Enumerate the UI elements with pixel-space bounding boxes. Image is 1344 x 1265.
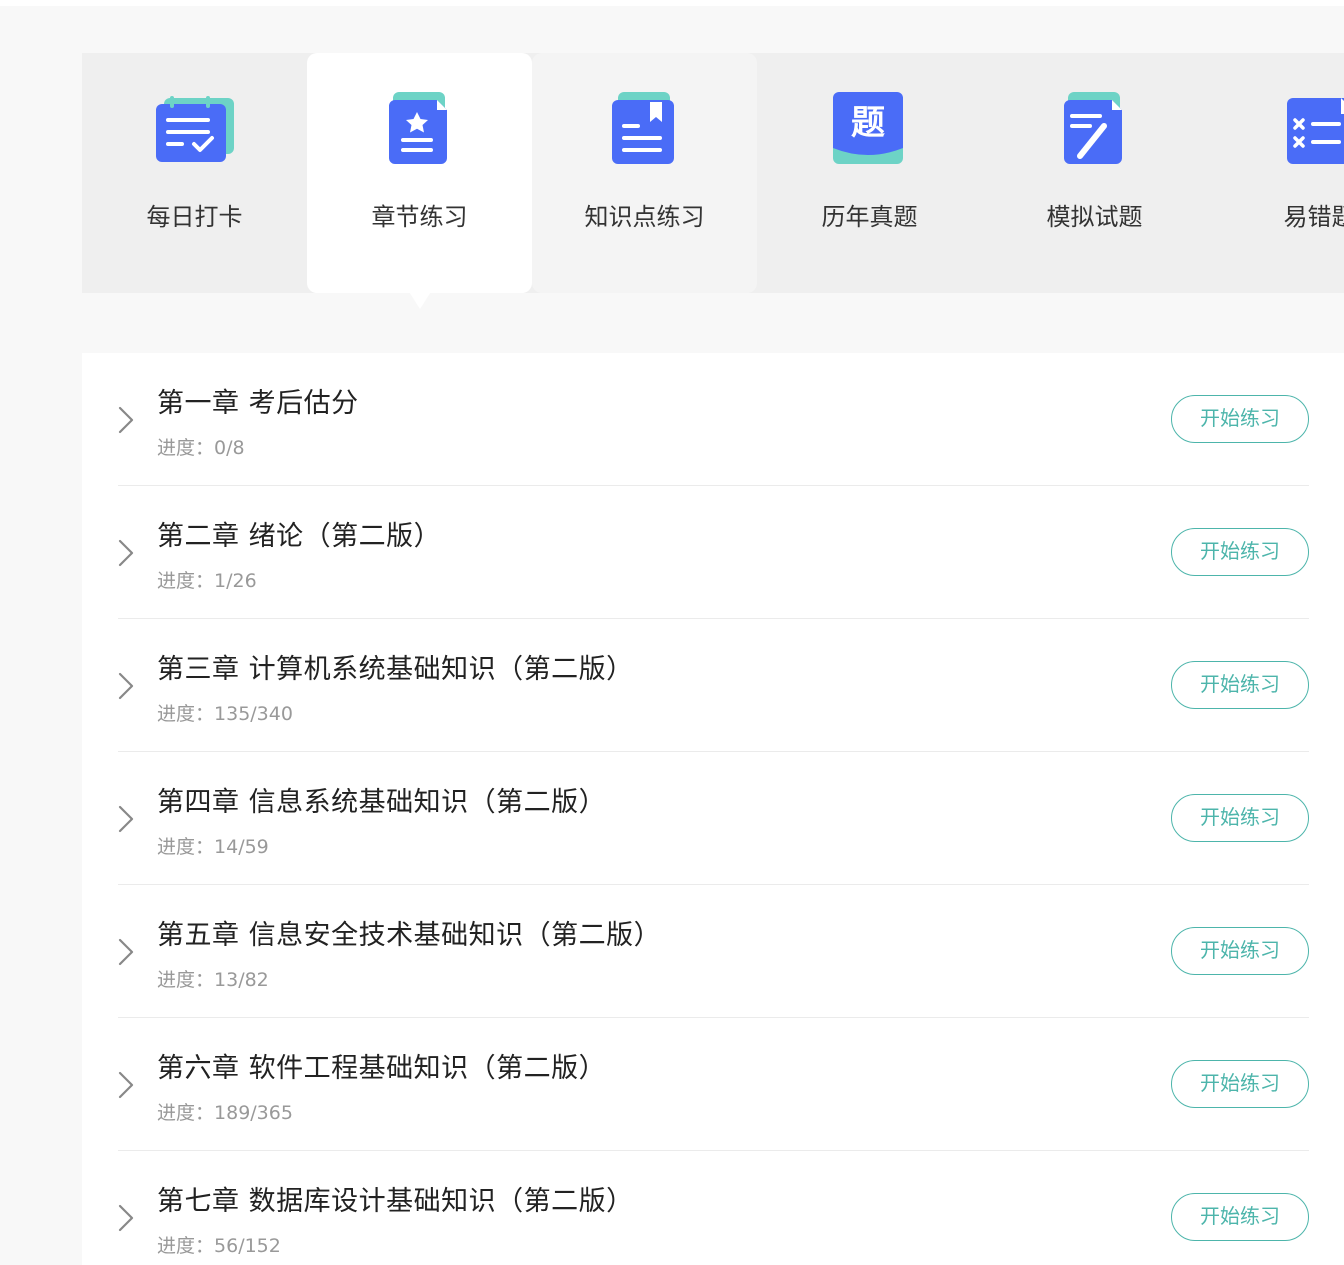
chapter-progress: 进度：189/365 [157, 1098, 293, 1125]
chapter-title: 第六章 软件工程基础知识（第二版） [157, 1053, 607, 1084]
practice-type-tabbar: 每日打卡 章节练习 知识点练习 题 历年真题 模拟试题 易错题 [82, 53, 1344, 293]
progress-label: 进度： [157, 703, 215, 725]
progress-label: 进度： [157, 570, 215, 592]
chevron-right-icon[interactable] [118, 672, 134, 700]
chapter-progress: 进度：56/152 [157, 1231, 281, 1258]
progress-label: 进度： [157, 836, 215, 858]
chapter-title: 第三章 计算机系统基础知识（第二版） [157, 654, 634, 685]
active-tab-pointer [406, 287, 434, 309]
chapter-row[interactable]: 第七章 数据库设计基础知识（第二版） 进度：56/152 开始练习 [118, 1151, 1309, 1265]
chevron-right-icon[interactable] [118, 805, 134, 833]
wrong-list-icon [1279, 88, 1344, 168]
chapter-list: 第一章 考后估分 进度：0/8 开始练习 第二章 绪论（第二版） 进度：1/26… [82, 353, 1344, 1265]
chapter-row[interactable]: 第一章 考后估分 进度：0/8 开始练习 [118, 353, 1309, 486]
chapter-row[interactable]: 第四章 信息系统基础知识（第二版） 进度：14/59 开始练习 [118, 752, 1309, 885]
tab-past-exams[interactable]: 题 历年真题 [757, 53, 982, 293]
pen-doc-icon [1054, 88, 1134, 168]
chevron-right-icon[interactable] [118, 539, 134, 567]
progress-value: 13/82 [214, 969, 269, 991]
progress-value: 0/8 [214, 437, 245, 459]
start-practice-button[interactable]: 开始练习 [1171, 528, 1309, 576]
tab-error-prone-questions[interactable]: 易错题 [1207, 53, 1344, 293]
chapter-title: 第二章 绪论（第二版） [157, 521, 442, 552]
start-practice-button[interactable]: 开始练习 [1171, 794, 1309, 842]
top-strip [0, 0, 1344, 6]
chapter-title: 第四章 信息系统基础知识（第二版） [157, 787, 607, 818]
chapter-progress: 进度：1/26 [157, 566, 257, 593]
tab-label: 历年真题 [821, 203, 918, 231]
chevron-right-icon[interactable] [118, 938, 134, 966]
progress-value: 189/365 [214, 1102, 293, 1124]
tab-label: 章节练习 [371, 203, 468, 231]
chapter-progress: 进度：14/59 [157, 832, 269, 859]
progress-value: 14/59 [214, 836, 269, 858]
start-practice-button[interactable]: 开始练习 [1171, 661, 1309, 709]
progress-label: 进度： [157, 437, 215, 459]
progress-value: 1/26 [214, 570, 257, 592]
tab-label: 模拟试题 [1046, 203, 1143, 231]
start-practice-button[interactable]: 开始练习 [1171, 1060, 1309, 1108]
chevron-right-icon[interactable] [118, 1071, 134, 1099]
progress-value: 135/340 [214, 703, 293, 725]
past-exam-icon: 题 [829, 88, 909, 168]
chapter-title: 第七章 数据库设计基础知识（第二版） [157, 1186, 634, 1217]
chapter-star-doc-icon [379, 88, 459, 168]
start-practice-button[interactable]: 开始练习 [1171, 927, 1309, 975]
chapter-progress: 进度：13/82 [157, 965, 269, 992]
chapter-row[interactable]: 第六章 软件工程基础知识（第二版） 进度：189/365 开始练习 [118, 1018, 1309, 1151]
progress-label: 进度： [157, 1102, 215, 1124]
tab-mock-exams[interactable]: 模拟试题 [982, 53, 1207, 293]
chapter-title: 第五章 信息安全技术基础知识（第二版） [157, 920, 662, 951]
chevron-right-icon[interactable] [118, 406, 134, 434]
chapter-row[interactable]: 第三章 计算机系统基础知识（第二版） 进度：135/340 开始练习 [118, 619, 1309, 752]
tab-daily-checkin[interactable]: 每日打卡 [82, 53, 307, 293]
tab-knowledge-point-practice[interactable]: 知识点练习 [532, 53, 757, 293]
progress-value: 56/152 [214, 1235, 281, 1257]
tab-label: 知识点练习 [584, 203, 705, 231]
start-practice-button[interactable]: 开始练习 [1171, 1193, 1309, 1241]
chapter-progress: 进度：135/340 [157, 699, 293, 726]
chapter-row[interactable]: 第二章 绪论（第二版） 进度：1/26 开始练习 [118, 486, 1309, 619]
exam-glyph: 题 [851, 103, 885, 143]
progress-label: 进度： [157, 969, 215, 991]
start-practice-button[interactable]: 开始练习 [1171, 395, 1309, 443]
chapter-row[interactable]: 第五章 信息安全技术基础知识（第二版） 进度：13/82 开始练习 [118, 885, 1309, 1018]
tab-label: 易错题 [1283, 203, 1344, 231]
tab-label: 每日打卡 [146, 203, 243, 231]
progress-label: 进度： [157, 1235, 215, 1257]
chapter-progress: 进度：0/8 [157, 433, 245, 460]
tab-chapter-practice[interactable]: 章节练习 [307, 53, 532, 293]
chapter-title: 第一章 考后估分 [157, 388, 359, 419]
chevron-right-icon[interactable] [118, 1204, 134, 1232]
calendar-check-icon [154, 88, 234, 168]
bookmark-doc-icon [604, 88, 684, 168]
